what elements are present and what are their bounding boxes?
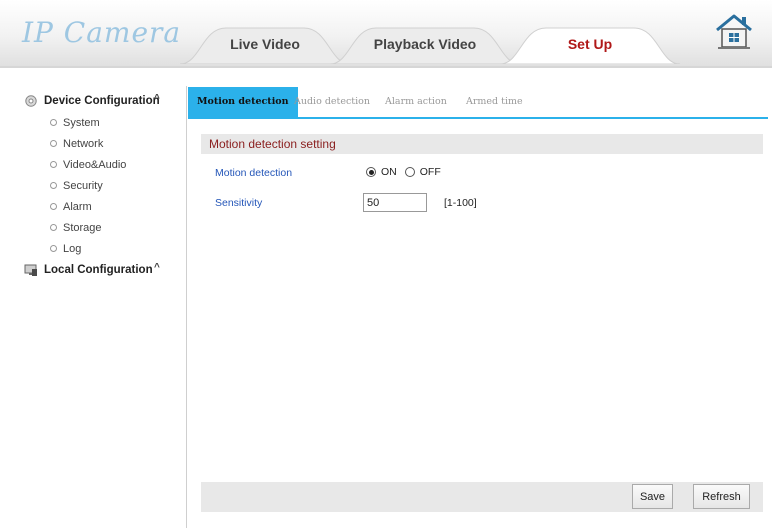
sidebar-group-label: Device Configuration bbox=[44, 95, 160, 107]
motion-off-label: OFF bbox=[419, 166, 441, 178]
home-icon[interactable] bbox=[714, 12, 754, 50]
sidebar-item-storage[interactable]: Storage bbox=[20, 217, 170, 238]
tab-live-video[interactable]: Live Video bbox=[180, 24, 350, 64]
sidebar-group-local-configuration[interactable]: Local Configuration ^ bbox=[20, 259, 170, 281]
sidebar-item-system[interactable]: System bbox=[20, 112, 170, 133]
subtab-alarm-action[interactable]: Alarm action bbox=[385, 87, 447, 117]
tab-set-up-label: Set Up bbox=[567, 36, 613, 52]
tab-set-up[interactable]: Set Up bbox=[500, 24, 680, 64]
save-button[interactable]: Save bbox=[632, 484, 673, 509]
subtab-armed-time[interactable]: Armed time bbox=[466, 87, 523, 117]
bullet-icon bbox=[50, 224, 57, 231]
bullet-icon bbox=[50, 140, 57, 147]
tab-live-video-label: Live Video bbox=[230, 36, 300, 52]
top-header: IP Camera Live Video Playback Video Set … bbox=[0, 0, 772, 66]
bullet-icon bbox=[50, 203, 57, 210]
sensitivity-label: Sensitivity bbox=[215, 197, 263, 209]
bullet-icon bbox=[50, 182, 57, 189]
sidebar-item-label: Alarm bbox=[63, 200, 92, 213]
bullet-icon bbox=[50, 245, 57, 252]
sidebar-group-device-configuration[interactable]: Device Configuration ^ bbox=[20, 90, 170, 112]
header-divider bbox=[0, 66, 772, 68]
sidebar-item-label: Security bbox=[63, 179, 103, 192]
motion-off-radio[interactable] bbox=[404, 167, 415, 177]
motion-on-label: ON bbox=[381, 166, 397, 178]
subtab-underline bbox=[188, 117, 768, 119]
sub-tab-bar: Motion detection Audio detection Alarm a… bbox=[188, 87, 748, 117]
chevron-up-icon[interactable]: ^ bbox=[154, 93, 160, 104]
motion-detection-label: Motion detection bbox=[215, 167, 293, 179]
sensitivity-input[interactable] bbox=[363, 193, 427, 212]
sidebar-item-label: Network bbox=[63, 137, 104, 150]
section-title: Motion detection setting bbox=[201, 134, 763, 154]
ip-camera-logo: IP Camera bbox=[22, 16, 182, 49]
sidebar-item-security[interactable]: Security bbox=[20, 175, 170, 196]
sidebar-item-label: Video&Audio bbox=[63, 158, 127, 171]
gear-icon bbox=[25, 95, 37, 107]
monitor-icon bbox=[24, 264, 37, 276]
refresh-button[interactable]: Refresh bbox=[693, 484, 750, 509]
sidebar-item-label: Storage bbox=[63, 221, 102, 234]
tab-playback-video-label: Playback Video bbox=[373, 36, 477, 52]
footer-bar bbox=[201, 482, 763, 512]
ip-camera-setup-page: IP Camera Live Video Playback Video Set … bbox=[0, 0, 772, 528]
sidebar-item-label: System bbox=[63, 116, 100, 129]
sensitivity-range-hint: [1-100] bbox=[444, 197, 477, 209]
sidebar-item-label: Log bbox=[63, 242, 82, 255]
sidebar: Device Configuration ^ System Network Vi… bbox=[20, 90, 170, 281]
subtab-motion-detection[interactable]: Motion detection bbox=[188, 87, 298, 117]
tab-playback-video[interactable]: Playback Video bbox=[330, 24, 520, 64]
sidebar-item-network[interactable]: Network bbox=[20, 133, 170, 154]
subtab-audio-detection[interactable]: Audio detection bbox=[294, 87, 370, 117]
sidebar-divider bbox=[186, 86, 187, 528]
motion-detection-radio-group: ON OFF bbox=[366, 166, 449, 178]
motion-on-radio[interactable] bbox=[366, 167, 376, 177]
bullet-icon bbox=[50, 161, 57, 168]
sidebar-item-log[interactable]: Log bbox=[20, 238, 170, 259]
sidebar-item-video-audio[interactable]: Video&Audio bbox=[20, 154, 170, 175]
bullet-icon bbox=[50, 119, 57, 126]
sidebar-group-label: Local Configuration bbox=[44, 264, 153, 276]
sidebar-item-alarm[interactable]: Alarm bbox=[20, 196, 170, 217]
chevron-up-icon[interactable]: ^ bbox=[154, 262, 160, 273]
